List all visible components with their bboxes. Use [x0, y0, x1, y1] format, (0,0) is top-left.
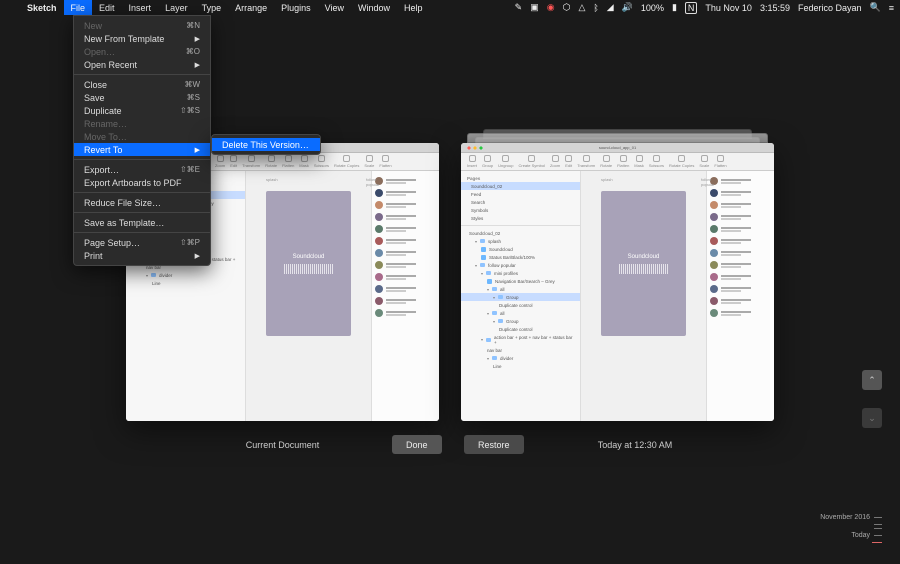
wifi-icon[interactable]: ◢	[607, 2, 614, 13]
menu-help[interactable]: Help	[397, 0, 430, 15]
menu-insert[interactable]: Insert	[122, 0, 159, 15]
scrubber-today-label: Today	[851, 532, 870, 539]
file-menu-item[interactable]: Save as Template…	[74, 216, 210, 229]
apple-menu[interactable]	[6, 0, 20, 15]
nav-down-button[interactable]: ⌄	[862, 408, 882, 428]
canvas: splash follow popular Soundcloud	[246, 171, 371, 421]
menu-window[interactable]: Window	[351, 0, 397, 15]
file-menu-item[interactable]: Open Recent▶	[74, 58, 210, 71]
battery-icon[interactable]: ▮	[672, 2, 677, 13]
nav-up-button[interactable]: ⌃	[862, 370, 882, 390]
battery-percent[interactable]: 100%	[641, 3, 664, 13]
file-menu-item[interactable]: Duplicate⇧⌘S	[74, 104, 210, 117]
inspector-panel	[371, 171, 439, 421]
file-menu-item: Rename…	[74, 117, 210, 130]
spotlight-icon[interactable]: 🔍	[870, 2, 881, 13]
date[interactable]: Thu Nov 10	[705, 3, 752, 13]
menu-type[interactable]: Type	[195, 0, 229, 15]
notion-icon[interactable]: N	[685, 2, 698, 14]
app-name[interactable]: Sketch	[20, 0, 64, 15]
menu-view[interactable]: View	[318, 0, 351, 15]
macos-menubar: Sketch File Edit Insert Layer Type Arran…	[0, 0, 900, 15]
time[interactable]: 3:15:59	[760, 3, 790, 13]
canvas: splash follow popular Soundcloud	[581, 171, 706, 421]
scrubber-month-label: November 2016	[820, 514, 870, 521]
bluetooth-icon[interactable]: ᛒ	[593, 3, 598, 13]
revert-submenu: Delete This Version…	[211, 134, 321, 155]
version-document-preview[interactable]: sound-cloud_app_01 InsertGroupUngroupCre…	[461, 143, 774, 421]
layers-panel: PagesSoundcloud_02FeedSearchSymbolsStyle…	[461, 171, 581, 421]
file-menu-item: Open…⌘O	[74, 45, 210, 58]
file-menu-item[interactable]: Export…⇧⌘E	[74, 163, 210, 176]
version-nav-arrows: ⌃ ⌄	[862, 370, 882, 428]
artboard-splash: Soundcloud	[266, 191, 351, 336]
status-icon[interactable]: ◉	[547, 2, 555, 13]
menu-layer[interactable]: Layer	[158, 0, 195, 15]
file-menu-item[interactable]: Reduce File Size…	[74, 196, 210, 209]
status-icon[interactable]: ▣	[530, 2, 539, 13]
menu-plugins[interactable]: Plugins	[274, 0, 318, 15]
dropbox-icon[interactable]: ⬡	[563, 2, 571, 13]
menu-arrange[interactable]: Arrange	[228, 0, 274, 15]
user-name[interactable]: Federico Dayan	[798, 3, 862, 13]
restore-button[interactable]: Restore	[464, 435, 524, 454]
menu-extras-icon[interactable]: ≡	[889, 3, 894, 13]
file-menu-item: New⌘N	[74, 19, 210, 32]
file-menu-item[interactable]: Revert To▶	[74, 143, 210, 156]
inspector-panel	[706, 171, 774, 421]
file-menu-item: Move To…	[74, 130, 210, 143]
file-menu-item[interactable]: Close⌘W	[74, 78, 210, 91]
artboard-splash: Soundcloud	[601, 191, 686, 336]
file-menu-item[interactable]: Page Setup…⇧⌘P	[74, 236, 210, 249]
timeline-scrubber[interactable]: November 2016 Today	[812, 511, 882, 546]
menu-file[interactable]: File	[64, 0, 93, 15]
file-menu-item[interactable]: Print▶	[74, 249, 210, 262]
menu-edit[interactable]: Edit	[92, 0, 122, 15]
done-button[interactable]: Done	[392, 435, 442, 454]
file-menu-item[interactable]: Export Artboards to PDF	[74, 176, 210, 189]
window-titlebar: sound-cloud_app_01	[461, 143, 774, 153]
delete-version-item[interactable]: Delete This Version…	[212, 138, 320, 151]
sketch-toolbar: InsertGroupUngroupCreate SymbolZoomEditT…	[461, 153, 774, 171]
file-menu-item[interactable]: New From Template▶	[74, 32, 210, 45]
volume-icon[interactable]: 🔊	[622, 2, 633, 13]
file-dropdown: New⌘NNew From Template▶Open…⌘OOpen Recen…	[73, 15, 211, 266]
status-icon[interactable]: ✎	[515, 2, 523, 13]
version-timestamp-label: Today at 12:30 AM	[555, 440, 715, 450]
file-menu-item[interactable]: Save⌘S	[74, 91, 210, 104]
cloud-icon[interactable]: △	[578, 2, 585, 13]
